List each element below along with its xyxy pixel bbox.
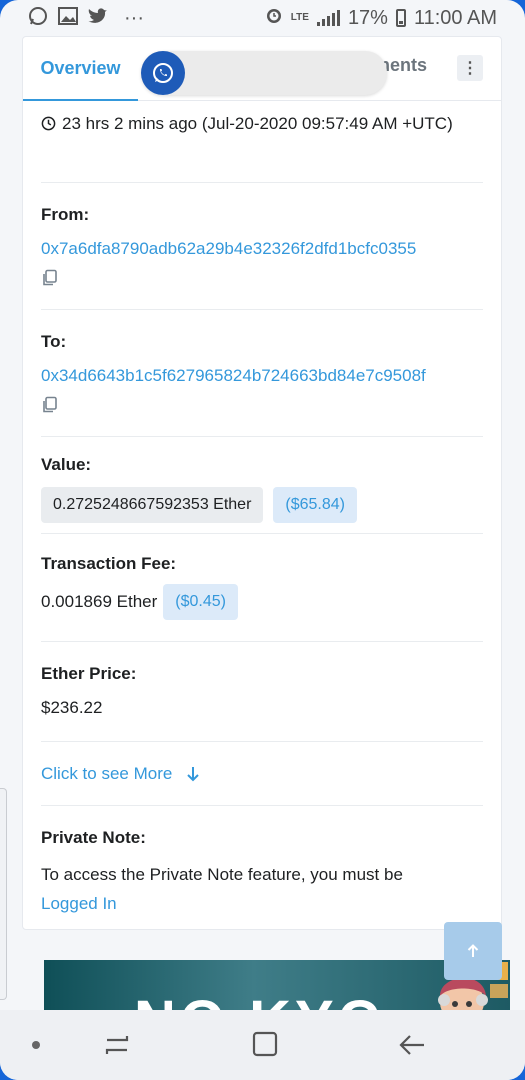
whatsapp-share-button[interactable] xyxy=(141,51,185,95)
back-to-top-button[interactable] xyxy=(444,922,502,980)
signal-icon xyxy=(316,10,340,26)
see-more-link[interactable]: Click to see More xyxy=(41,764,172,784)
timestamp-text: 23 hrs 2 mins ago (Jul-20-2020 09:57:49 … xyxy=(62,114,453,133)
fee-usd-badge: ($0.45) xyxy=(163,584,238,620)
battery-percent: 17% xyxy=(347,6,388,29)
arrow-up-icon xyxy=(467,944,479,957)
clock-time: 11:00 AM xyxy=(413,6,497,29)
more-notifications-icon: ··· xyxy=(124,6,144,29)
status-bar-left: ··· xyxy=(28,6,144,31)
lte-indicator: LTE xyxy=(290,12,309,23)
tab-bar: Overview nents ⋮ xyxy=(23,37,501,101)
private-note-label: Private Note: xyxy=(41,828,146,847)
status-bar: ··· LTE 17% 11:00 AM xyxy=(0,0,525,36)
vertical-dots-icon[interactable]: ⋮ xyxy=(457,55,483,81)
logged-in-link[interactable]: Logged In xyxy=(41,889,483,918)
side-panel-handle[interactable] xyxy=(0,788,7,1000)
phone-screen: ··· LTE 17% 11:00 AM Overview nents ⋮ 23… xyxy=(0,0,525,1080)
arrow-down-icon[interactable] xyxy=(186,766,200,782)
android-navigation-bar xyxy=(0,1010,525,1080)
alarm-icon xyxy=(265,6,283,30)
from-label: From: xyxy=(41,205,90,224)
fee-label: Transaction Fee: xyxy=(41,554,177,573)
ether-price-label: Ether Price: xyxy=(41,664,137,683)
to-address-link[interactable]: 0x34d6643b1c5f627965824b724663bd84e7c950… xyxy=(41,364,483,388)
fee-ether-value: 0.001869 Ether xyxy=(41,592,158,611)
ether-price-value: $236.22 xyxy=(41,698,103,717)
back-arrow-icon[interactable] xyxy=(398,1032,426,1058)
whatsapp-icon xyxy=(153,63,173,83)
recent-apps-icon[interactable] xyxy=(103,1032,131,1058)
tab-overview[interactable]: Overview xyxy=(23,37,138,101)
copy-icon[interactable] xyxy=(41,396,59,414)
see-more-row[interactable]: Click to see More xyxy=(41,742,483,806)
from-row: From: 0x7a6dfa8790adb62a29b4e32326f2dfd1… xyxy=(41,183,483,310)
battery-icon xyxy=(395,9,406,27)
fee-row: Transaction Fee: 0.001869 Ether ($0.45) xyxy=(41,534,483,642)
value-row: Value: 0.2725248667592353 Ether ($65.84) xyxy=(41,437,483,534)
timestamp-row: 23 hrs 2 mins ago (Jul-20-2020 09:57:49 … xyxy=(41,101,483,183)
status-bar-right: LTE 17% 11:00 AM xyxy=(265,6,497,30)
to-row: To: 0x34d6643b1c5f627965824b724663bd84e7… xyxy=(41,310,483,437)
value-label: Value: xyxy=(41,455,92,474)
value-usd-badge: ($65.84) xyxy=(273,487,357,523)
image-notification-icon xyxy=(58,6,78,30)
whatsapp-notification-icon xyxy=(28,6,48,31)
twitter-notification-icon xyxy=(88,7,108,30)
transaction-details: 23 hrs 2 mins ago (Jul-20-2020 09:57:49 … xyxy=(23,101,501,918)
to-label: To: xyxy=(41,332,67,351)
from-address-link[interactable]: 0x7a6dfa8790adb62a29b4e32326f2dfd1bcfc03… xyxy=(41,237,483,261)
clock-icon xyxy=(41,116,56,131)
copy-icon[interactable] xyxy=(41,269,59,287)
ether-price-row: Ether Price: $236.22 xyxy=(41,642,483,742)
private-note-row: Private Note: To access the Private Note… xyxy=(41,806,483,918)
nav-dot-icon xyxy=(32,1041,40,1049)
home-icon[interactable] xyxy=(252,1031,278,1057)
transaction-card: Overview nents ⋮ 23 hrs 2 mins ago (Jul-… xyxy=(22,36,502,930)
value-ether-badge: 0.2725248667592353 Ether xyxy=(41,487,264,523)
private-note-text: To access the Private Note feature, you … xyxy=(41,865,403,884)
